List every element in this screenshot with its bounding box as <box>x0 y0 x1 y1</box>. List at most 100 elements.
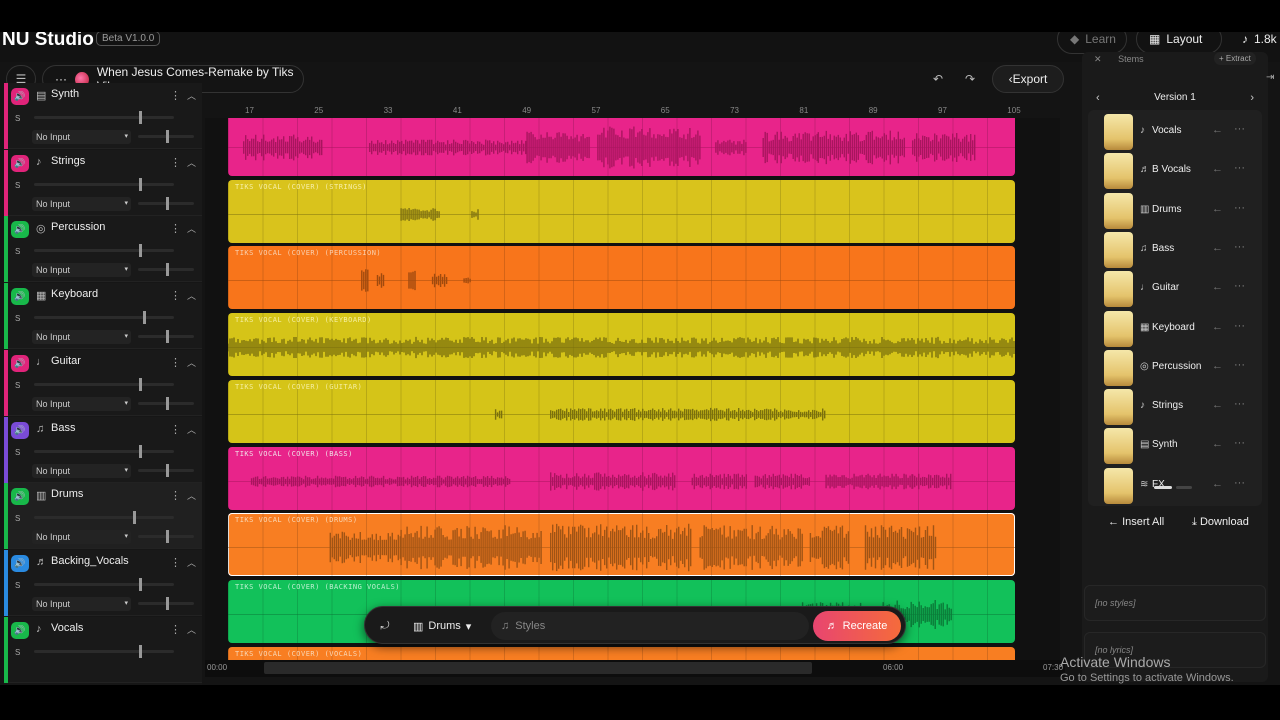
solo-button[interactable]: S <box>15 247 20 256</box>
speaker-icon[interactable]: 🔊 <box>11 288 29 306</box>
solo-button[interactable]: S <box>15 381 20 390</box>
volume-slider[interactable] <box>34 644 174 658</box>
audio-clip[interactable]: TIKS VOCAL (COVER) (GUITAR) <box>228 379 1015 443</box>
pan-knob[interactable] <box>166 263 169 277</box>
chevron-up-icon[interactable]: ︿ <box>187 289 196 302</box>
speaker-icon[interactable]: 🔊 <box>11 554 29 572</box>
volume-knob[interactable] <box>139 244 142 258</box>
undo-button[interactable]: ↶ <box>928 70 948 88</box>
pan-slider[interactable] <box>138 330 194 344</box>
volume-slider[interactable] <box>34 511 174 525</box>
reset-icon[interactable]: ⤾ <box>375 616 395 636</box>
stem-item-synth[interactable]: ▤ Synth ← ··· <box>1094 428 1256 465</box>
volume-slider[interactable] <box>34 177 174 191</box>
stems-tab[interactable]: Stems <box>1118 54 1144 64</box>
kebab-icon[interactable]: ⋮ <box>170 356 181 369</box>
stem-item-strings[interactable]: ♪ Strings ← ··· <box>1094 389 1256 426</box>
export-button[interactable]: ‹ Export <box>992 65 1064 93</box>
insert-all-button[interactable]: ← Insert All <box>1108 516 1164 528</box>
audio-clip[interactable]: TIKS VOCAL (COVER) (DRUMS) <box>228 513 1015 577</box>
extract-button[interactable]: + Extract <box>1214 52 1256 65</box>
track-header-backing-vocals[interactable]: 🔊 ♬ Backing_Vocals ⋮ ︿ S No Input ▾ <box>4 549 202 616</box>
track-header-vocals[interactable]: 🔊 ♪ Vocals ⋮ ︿ S <box>4 616 202 683</box>
arrow-left-icon[interactable]: ← <box>1212 281 1223 293</box>
audio-clip[interactable] <box>228 118 1015 176</box>
pan-knob[interactable] <box>166 396 169 410</box>
solo-button[interactable]: S <box>15 581 20 590</box>
solo-button[interactable]: S <box>15 181 20 190</box>
track-lanes[interactable]: TIKS VOCAL (COVER) (STRINGS) TIKS VOCAL (… <box>205 118 1060 670</box>
stem-item-fx[interactable]: ≋ FX ← ··· <box>1094 467 1256 504</box>
learn-button[interactable]: ◆ Learn <box>1057 32 1127 54</box>
input-select[interactable]: No Input ▾ <box>32 396 131 411</box>
track-header-synth[interactable]: 🔊 ▤ Synth ⋮ ︿ S No Input ▾ <box>4 83 202 149</box>
input-select[interactable]: No Input ▾ <box>32 530 131 545</box>
solo-button[interactable]: S <box>15 514 20 523</box>
volume-slider[interactable] <box>34 444 174 458</box>
track-header-keyboard[interactable]: 🔊 ▦ Keyboard ⋮ ︿ S No Input ▾ <box>4 283 202 350</box>
track-header-strings[interactable]: 🔊 ♪ Strings ⋮ ︿ S No Input ▾ <box>4 149 202 216</box>
volume-knob[interactable] <box>139 644 142 658</box>
pan-slider[interactable] <box>138 463 194 477</box>
stem-item-percussion[interactable]: ◎ Percussion ← ··· <box>1094 349 1256 386</box>
speaker-icon[interactable]: 🔊 <box>11 488 29 506</box>
input-select[interactable]: No Input ▾ <box>32 463 131 478</box>
speaker-icon[interactable]: 🔊 <box>11 421 29 439</box>
audio-clip[interactable]: TIKS VOCAL (COVER) (KEYBOARD) <box>228 313 1015 377</box>
audio-clip[interactable]: TIKS VOCAL (COVER) (BASS) <box>228 446 1015 510</box>
volume-slider[interactable] <box>34 577 174 591</box>
speaker-icon[interactable]: 🔊 <box>11 88 29 105</box>
input-select[interactable]: No Input ▾ <box>32 130 131 144</box>
pan-slider[interactable] <box>138 530 194 544</box>
download-button[interactable]: ⤓ Download <box>1192 516 1249 529</box>
input-select[interactable]: No Input ▾ <box>32 596 131 611</box>
more-icon[interactable]: ··· <box>1234 123 1245 135</box>
speaker-icon[interactable]: 🔊 <box>11 354 29 372</box>
volume-knob[interactable] <box>139 377 142 391</box>
pan-knob[interactable] <box>166 130 169 143</box>
volume-knob[interactable] <box>139 111 142 124</box>
pan-knob[interactable] <box>166 463 169 477</box>
pan-knob[interactable] <box>166 196 169 210</box>
pan-knob[interactable] <box>166 330 169 344</box>
more-icon[interactable]: ··· <box>1234 398 1245 410</box>
pan-slider[interactable] <box>138 396 194 410</box>
solo-button[interactable]: S <box>15 648 20 657</box>
kebab-icon[interactable]: ⋮ <box>170 289 181 302</box>
chevron-up-icon[interactable]: ︿ <box>187 556 196 569</box>
kebab-icon[interactable]: ⋮ <box>170 89 181 102</box>
pan-knob[interactable] <box>166 596 169 610</box>
pan-slider[interactable] <box>138 130 194 143</box>
track-header-guitar[interactable]: 🔊 ♩ Guitar ⋮ ︿ S No Input ▾ <box>4 349 202 416</box>
chevron-up-icon[interactable]: ︿ <box>187 489 196 502</box>
volume-slider[interactable] <box>34 244 174 258</box>
kebab-icon[interactable]: ⋮ <box>170 222 181 235</box>
arrow-left-icon[interactable]: ← <box>1212 321 1223 333</box>
chevron-up-icon[interactable]: ︿ <box>187 423 196 436</box>
input-select[interactable]: No Input ▾ <box>32 196 131 211</box>
arrow-left-icon[interactable]: ← <box>1212 242 1223 254</box>
more-icon[interactable]: ··· <box>1234 162 1245 174</box>
volume-slider[interactable] <box>34 111 174 124</box>
pan-slider[interactable] <box>138 263 194 277</box>
kebab-icon[interactable]: ⋮ <box>170 623 181 636</box>
chevron-right-icon[interactable]: › <box>1250 88 1254 108</box>
chevron-up-icon[interactable]: ︿ <box>187 623 196 636</box>
kebab-icon[interactable]: ⋮ <box>170 156 181 169</box>
stem-item-bass[interactable]: ♫ Bass ← ··· <box>1094 231 1256 268</box>
more-icon[interactable]: ··· <box>1234 437 1245 449</box>
arrow-left-icon[interactable]: ← <box>1212 163 1223 175</box>
layout-button[interactable]: ▦ Layout <box>1136 32 1222 54</box>
track-header-bass[interactable]: 🔊 ♫ Bass ⋮ ︿ S No Input ▾ <box>4 416 202 483</box>
recreate-button[interactable]: ♬ Recreate <box>813 611 901 641</box>
more-icon[interactable]: ··· <box>1234 477 1245 489</box>
stem-item-guitar[interactable]: ♩ Guitar ← ··· <box>1094 271 1256 308</box>
solo-button[interactable]: S <box>15 114 20 123</box>
more-icon[interactable]: ··· <box>1234 241 1245 253</box>
arrow-left-icon[interactable]: ← <box>1212 124 1223 136</box>
redo-button[interactable]: ↷ <box>960 70 980 88</box>
arrow-left-icon[interactable]: ← <box>1212 399 1223 411</box>
panel-toggle-icon[interactable]: ⇥ <box>1266 72 1280 86</box>
stem-item-drums[interactable]: ▥ Drums ← ··· <box>1094 192 1256 229</box>
stem-item-b-vocals[interactable]: ♬ B Vocals ← ··· <box>1094 153 1256 190</box>
